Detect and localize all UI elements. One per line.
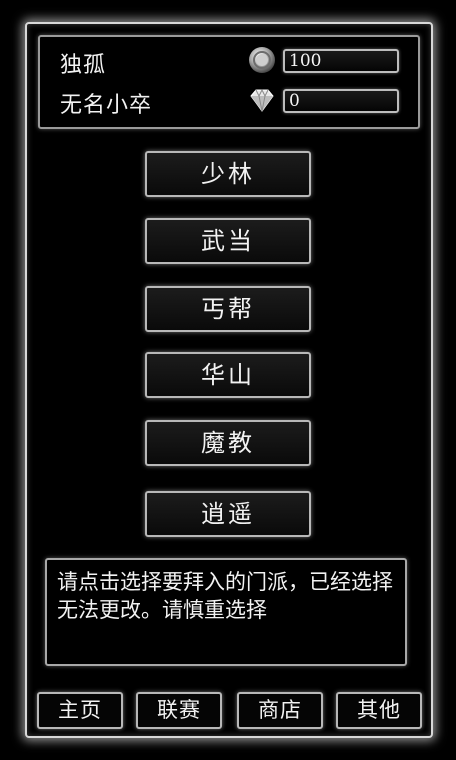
sect-button-wudang[interactable]: 武当: [145, 218, 311, 264]
player-rank-title: 无名小卒: [60, 93, 153, 118]
sect-button-mojiao[interactable]: 魔教: [145, 420, 311, 466]
nav-league-button[interactable]: 联赛: [136, 692, 222, 729]
sect-button-huashan[interactable]: 华山: [145, 352, 311, 398]
nav-home-button[interactable]: 主页: [37, 692, 123, 729]
sect-button-shaolin[interactable]: 少林: [145, 151, 311, 197]
coin-amount: 100: [283, 49, 399, 73]
sect-button-gaibang[interactable]: 丐帮: [145, 286, 311, 332]
nav-shop-button[interactable]: 商店: [237, 692, 323, 729]
silver-coin-icon: [249, 47, 275, 73]
nav-other-button[interactable]: 其他: [336, 692, 422, 729]
sect-selection-hint: 请点击选择要拜入的门派，已经选择无法更改。请慎重选择: [45, 558, 407, 666]
player-info-panel: 独孤 无名小卒 100 0: [38, 35, 420, 129]
diamond-icon: [250, 88, 274, 112]
gem-amount: 0: [283, 89, 399, 113]
sect-button-xiaoyao[interactable]: 逍遥: [145, 491, 311, 537]
player-name: 独孤: [60, 53, 107, 78]
